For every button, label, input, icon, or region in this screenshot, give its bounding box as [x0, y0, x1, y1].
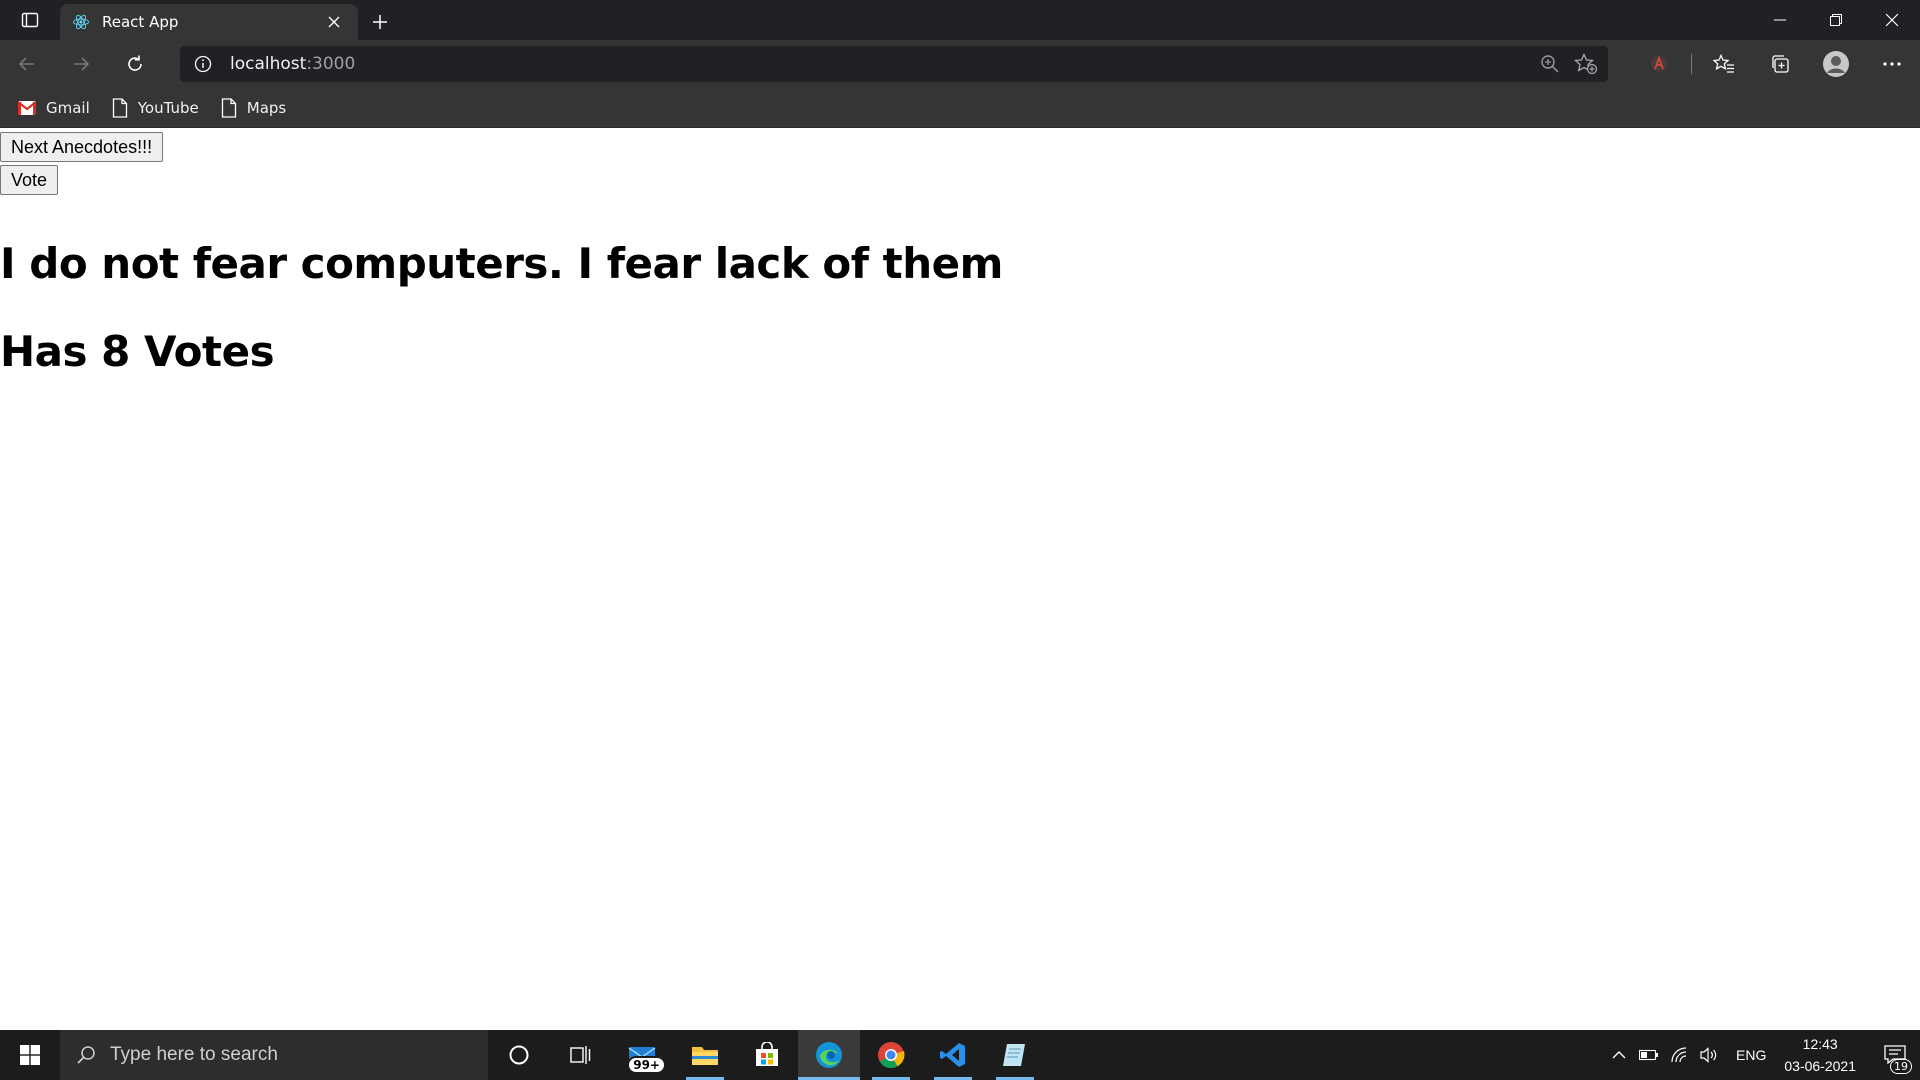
- taskbar-chrome[interactable]: [860, 1030, 922, 1080]
- extension-icon: [1651, 55, 1667, 72]
- browser-tab[interactable]: React App: [60, 4, 358, 40]
- collections-icon: [1772, 55, 1789, 73]
- browser-titlebar: React App: [0, 0, 1920, 40]
- zoom-icon[interactable]: [1540, 54, 1560, 74]
- taskbar-notes-app[interactable]: [984, 1030, 1046, 1080]
- bookmark-maps[interactable]: Maps: [221, 97, 287, 118]
- notes-icon: [1003, 1044, 1025, 1066]
- clock[interactable]: 12:43 03-06-2021: [1784, 1033, 1856, 1077]
- windows-logo-icon: [20, 1045, 40, 1065]
- back-button[interactable]: [0, 40, 54, 88]
- close-icon: [1885, 13, 1899, 27]
- system-tray: ENG 12:43 03-06-2021 19: [1604, 1030, 1920, 1080]
- clock-time: 12:43: [1802, 1036, 1838, 1052]
- wifi-icon: [1671, 1047, 1687, 1063]
- search-placeholder: Type here to search: [110, 1044, 278, 1065]
- bookmark-label: Maps: [246, 98, 287, 117]
- refresh-button[interactable]: [108, 40, 162, 88]
- task-view-icon: [570, 1046, 591, 1064]
- url-host: localhost: [230, 54, 307, 74]
- gmail-icon: [18, 100, 36, 115]
- anecdote-text: I do not fear computers. I fear lack of …: [0, 239, 1003, 288]
- page-icon: [221, 97, 236, 118]
- edge-icon: [816, 1042, 842, 1068]
- browser-toolbar: localhost:3000: [0, 40, 1920, 88]
- chevron-up-icon: [1612, 1051, 1626, 1059]
- extension-button[interactable]: [1631, 40, 1687, 88]
- close-window-button[interactable]: [1864, 0, 1920, 40]
- add-favorite-icon[interactable]: [1574, 53, 1598, 75]
- favorites-icon: [1713, 54, 1734, 73]
- clock-date: 03-06-2021: [1784, 1058, 1856, 1074]
- toolbar-divider: [1691, 54, 1692, 74]
- forward-button[interactable]: [54, 40, 108, 88]
- avatar-icon: [1823, 51, 1849, 77]
- tab-title: React App: [102, 13, 179, 31]
- chrome-icon: [878, 1042, 905, 1069]
- taskbar-search[interactable]: Type here to search: [60, 1030, 488, 1080]
- vote-button[interactable]: Vote: [0, 165, 59, 195]
- bookmark-label: Gmail: [46, 98, 90, 117]
- arrow-left-icon: [18, 57, 34, 71]
- taskbar-edge[interactable]: [798, 1030, 860, 1080]
- folder-icon: [692, 1047, 718, 1065]
- tab-actions-icon: [21, 12, 39, 28]
- cortana-icon: [509, 1045, 529, 1065]
- favorites-button[interactable]: [1696, 40, 1752, 88]
- react-logo-icon: [73, 14, 89, 30]
- more-horizontal-icon: [1883, 62, 1901, 66]
- profile-button[interactable]: [1808, 40, 1864, 88]
- restore-icon: [1830, 14, 1842, 26]
- battery-icon: [1639, 1049, 1659, 1061]
- page-icon: [112, 97, 127, 118]
- restore-button[interactable]: [1808, 0, 1864, 40]
- taskbar-mail[interactable]: 99+: [612, 1030, 674, 1080]
- address-bar[interactable]: localhost:3000: [180, 46, 1608, 82]
- minimize-button[interactable]: [1752, 0, 1808, 40]
- page-content: Next Anecdotes!!! Vote I do not fear com…: [0, 128, 1920, 1030]
- refresh-icon: [128, 55, 142, 71]
- cortana-button[interactable]: [488, 1030, 550, 1080]
- volume-button[interactable]: [1694, 1030, 1724, 1080]
- mail-badge: 99+: [627, 1056, 666, 1074]
- notification-count: 19: [1890, 1059, 1912, 1074]
- tab-close-button[interactable]: [322, 10, 346, 34]
- bookmark-label: YouTube: [137, 98, 199, 117]
- battery-button[interactable]: [1634, 1030, 1664, 1080]
- window-controls: [1752, 0, 1920, 40]
- input-language[interactable]: ENG: [1736, 1047, 1766, 1063]
- next-anecdote-button[interactable]: Next Anecdotes!!!: [0, 132, 164, 162]
- bookmark-youtube[interactable]: YouTube: [112, 97, 199, 118]
- info-icon[interactable]: [194, 55, 212, 73]
- tab-actions-button[interactable]: [0, 0, 60, 40]
- task-view-button[interactable]: [550, 1030, 612, 1080]
- action-center-button[interactable]: 19: [1870, 1030, 1920, 1080]
- bookmark-gmail[interactable]: Gmail: [18, 99, 90, 117]
- arrow-right-icon: [74, 57, 90, 71]
- settings-menu-button[interactable]: [1864, 40, 1920, 88]
- show-hidden-icons-button[interactable]: [1604, 1030, 1634, 1080]
- plus-icon: [373, 15, 387, 29]
- new-tab-button[interactable]: [358, 4, 402, 40]
- url-text: localhost:3000: [230, 54, 355, 74]
- start-button[interactable]: [0, 1030, 60, 1080]
- close-icon: [328, 16, 340, 28]
- minimize-icon: [1774, 19, 1786, 21]
- collections-button[interactable]: [1752, 40, 1808, 88]
- url-port: :3000: [306, 54, 356, 74]
- toolbar-right: [1631, 40, 1920, 88]
- speaker-icon: [1700, 1047, 1717, 1063]
- search-icon: [77, 1046, 95, 1064]
- store-icon: [756, 1042, 778, 1066]
- vote-count: Has 8 Votes: [0, 327, 275, 376]
- taskbar-file-explorer[interactable]: [674, 1030, 736, 1080]
- bookmarks-bar: Gmail YouTube Maps: [0, 88, 1920, 128]
- vscode-icon: [940, 1043, 965, 1067]
- network-button[interactable]: [1664, 1030, 1694, 1080]
- taskbar-vscode[interactable]: [922, 1030, 984, 1080]
- taskbar-store[interactable]: [736, 1030, 798, 1080]
- address-bar-actions: [1540, 46, 1598, 82]
- taskbar: Type here to search 99+ ENG 12:43 03-06-…: [0, 1030, 1920, 1080]
